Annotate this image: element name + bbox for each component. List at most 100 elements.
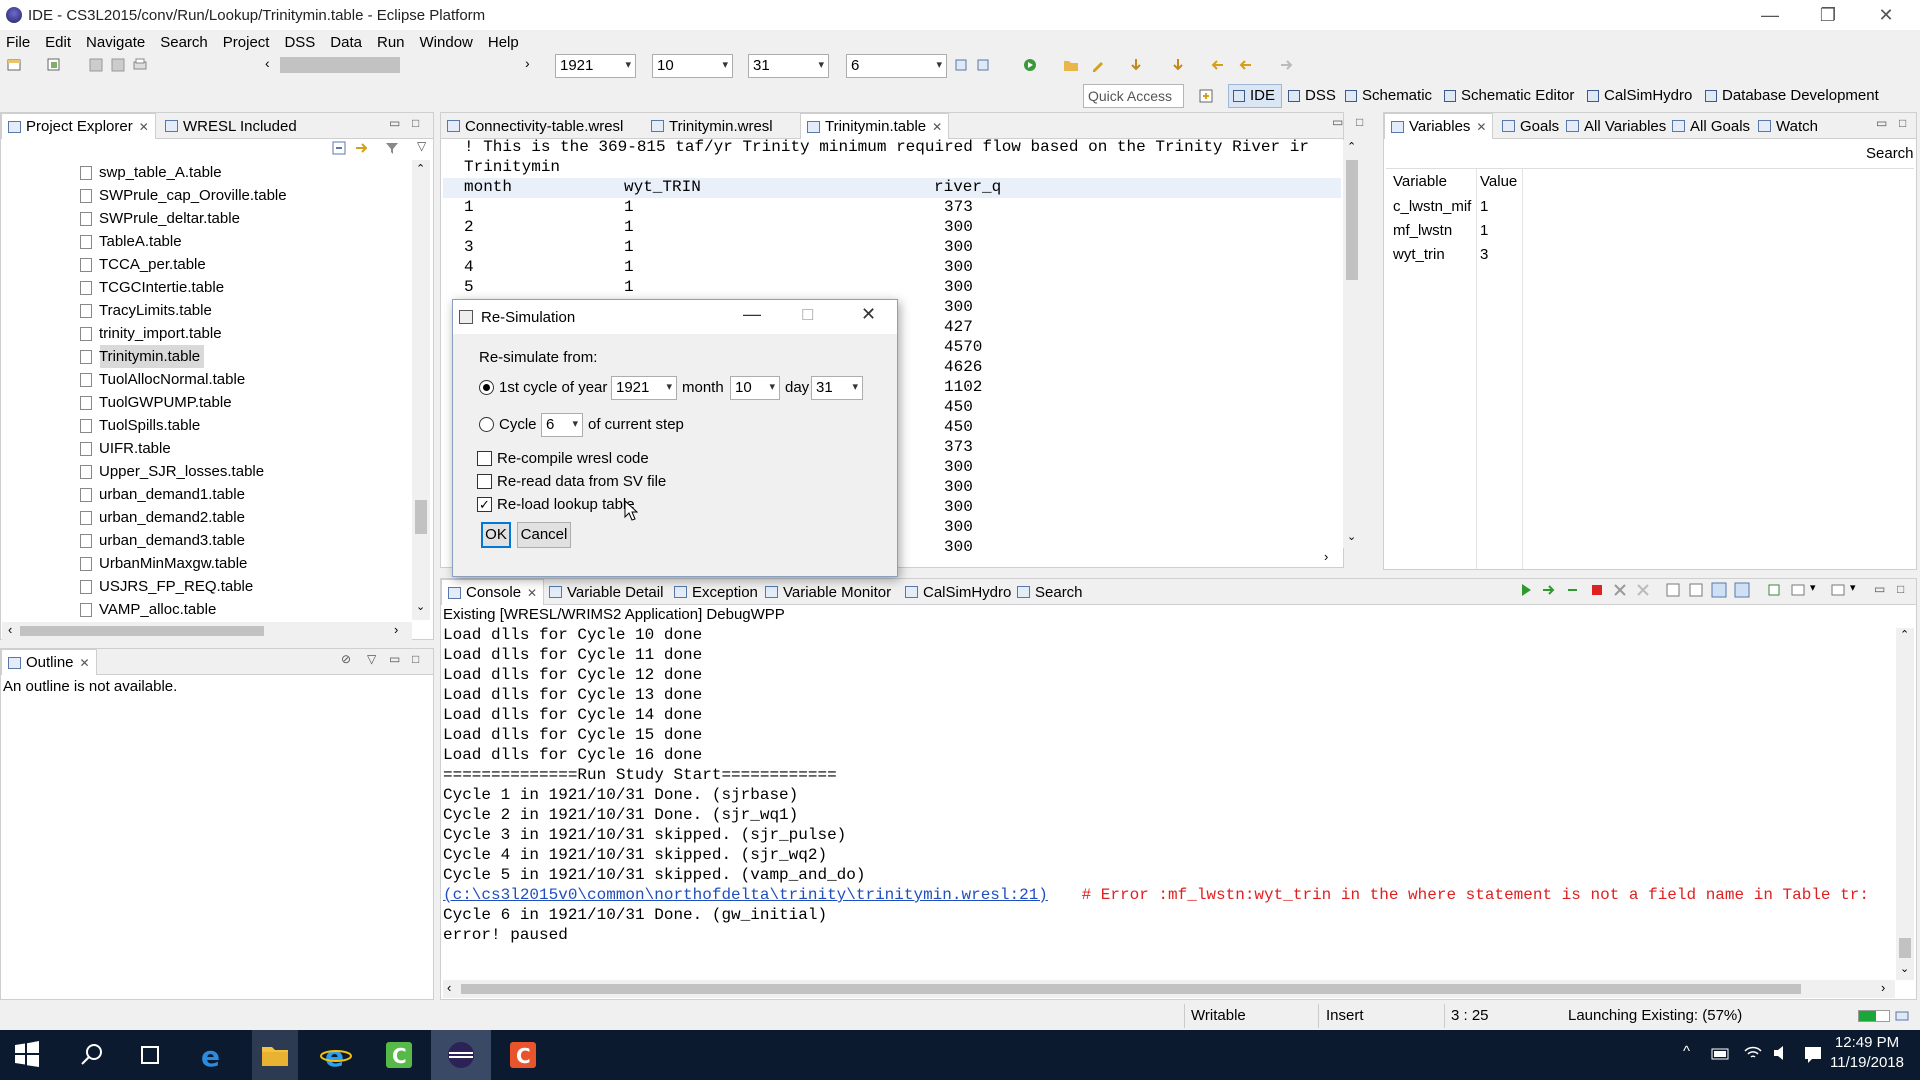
dialog-month-combo[interactable]: 10 ▾ xyxy=(730,376,780,400)
day-combo[interactable]: 31 ▾ xyxy=(748,54,829,78)
editor-header-wyt[interactable]: wyt_TRIN xyxy=(624,178,701,196)
maximize-view-icon[interactable]: □ xyxy=(1899,116,1906,130)
editor-cell[interactable]: 1 xyxy=(624,278,634,296)
tree-item[interactable]: SWPrule_cap_Oroville.table xyxy=(80,184,287,207)
editor-cell[interactable]: 3 xyxy=(464,238,474,256)
tree-item[interactable]: VAMP_alloc.table xyxy=(80,598,216,621)
chevron-down-icon[interactable]: ▾ xyxy=(1810,581,1816,594)
maximize-view-icon[interactable]: □ xyxy=(412,652,419,666)
new-icon[interactable] xyxy=(6,57,22,73)
last-edit-icon[interactable] xyxy=(1210,57,1226,73)
scroll-down-icon[interactable]: ⌄ xyxy=(416,600,425,613)
variables-col-variable[interactable]: Variable xyxy=(1393,173,1447,190)
editor-cell[interactable]: 300 xyxy=(944,238,973,256)
tree-item[interactable]: trinity_import.table xyxy=(80,322,222,345)
editor-cell[interactable]: 300 xyxy=(944,298,973,316)
tab-calsimhydro[interactable]: CalSimHydro xyxy=(899,579,1017,605)
variable-name-cell[interactable]: wyt_trin xyxy=(1393,246,1445,263)
tree-item[interactable]: Upper_SJR_losses.table xyxy=(80,460,264,483)
tree-item[interactable]: Trinitymin.table xyxy=(80,345,205,368)
tab-connectivity-table[interactable]: Connectivity-table.wresl xyxy=(441,113,629,139)
camtasia-recorder-icon[interactable]: C xyxy=(507,1039,539,1071)
step-forward-icon[interactable] xyxy=(1541,582,1557,598)
dialog-day-combo[interactable]: 31 ▾ xyxy=(811,376,863,400)
maximize-view-icon[interactable]: □ xyxy=(412,116,419,130)
close-icon[interactable]: ✕ xyxy=(139,120,149,134)
close-icon[interactable]: ✕ xyxy=(527,586,537,600)
tab-search[interactable]: Search xyxy=(1011,579,1089,605)
console-hscrollbar[interactable]: ‹ › xyxy=(443,980,1895,998)
remove-launch-icon[interactable] xyxy=(1612,582,1628,598)
chevron-down-icon[interactable]: ▾ xyxy=(1850,581,1856,594)
print-icon[interactable] xyxy=(132,57,148,73)
editor-cell[interactable]: 427 xyxy=(944,318,973,336)
menu-navigate[interactable]: Navigate xyxy=(86,34,145,51)
tab-variable-detail[interactable]: Variable Detail xyxy=(543,579,669,605)
menu-edit[interactable]: Edit xyxy=(45,34,71,51)
forward-icon[interactable] xyxy=(1278,57,1294,73)
editor-cell[interactable]: 1102 xyxy=(944,378,982,396)
dialog-minimize-button[interactable]: — xyxy=(743,304,761,325)
editor-cell[interactable]: 4 xyxy=(464,258,474,276)
view-menu-icon[interactable]: ▽ xyxy=(417,139,426,153)
open-console-icon[interactable] xyxy=(1830,582,1846,598)
taskbar-clock-time[interactable]: 12:49 PM xyxy=(1832,1034,1902,1051)
cancel-button[interactable]: Cancel xyxy=(517,522,571,548)
tree-item[interactable]: TuolSpills.table xyxy=(80,414,200,437)
editor-cell[interactable]: 1 xyxy=(624,198,634,216)
tab-wresl-included[interactable]: WRESL Included xyxy=(159,113,303,139)
variable-value-cell[interactable]: 1 xyxy=(1480,198,1488,215)
hscroll-thumb[interactable] xyxy=(461,984,1801,994)
menu-search[interactable]: Search xyxy=(160,34,208,51)
tree-item[interactable]: urban_demand1.table xyxy=(80,483,245,506)
eclipse-task-icon[interactable] xyxy=(445,1039,477,1071)
perspective-ide[interactable]: IDE xyxy=(1233,87,1275,104)
editor-header-riverq[interactable]: river_q xyxy=(934,178,1001,196)
menu-project[interactable]: Project xyxy=(223,34,270,51)
tree-item[interactable]: TracyLimits.table xyxy=(80,299,212,322)
year-combo[interactable]: 1921 ▾ xyxy=(555,54,636,78)
dialog-cycle-combo[interactable]: 6 ▾ xyxy=(541,413,583,437)
internet-explorer-icon[interactable]: e xyxy=(320,1039,352,1071)
editor-cell[interactable]: 300 xyxy=(944,278,973,296)
minimize-view-icon[interactable]: ▭ xyxy=(1874,582,1885,596)
new-project-icon[interactable] xyxy=(46,57,62,73)
scroll-left-icon[interactable]: ‹ xyxy=(8,622,12,637)
open-folder-icon[interactable] xyxy=(1063,57,1079,73)
reread-checkbox[interactable] xyxy=(477,474,492,489)
volume-icon[interactable] xyxy=(1772,1044,1792,1062)
battery-icon[interactable] xyxy=(1711,1046,1731,1062)
taskbar-clock-date[interactable]: 11/19/2018 xyxy=(1830,1054,1904,1071)
progress-view-icon[interactable] xyxy=(1894,1008,1910,1024)
variables-col-value[interactable]: Value xyxy=(1480,173,1517,190)
vscroll-thumb[interactable] xyxy=(1899,938,1911,958)
collapse-all-icon[interactable] xyxy=(332,141,346,155)
project-explorer-vscrollbar[interactable]: ⌃ ⌄ xyxy=(412,160,430,620)
month-combo[interactable]: 10 ▾ xyxy=(652,54,733,78)
menu-file[interactable]: File xyxy=(6,34,30,51)
tree-item[interactable]: TCCA_per.table xyxy=(80,253,206,276)
scroll-up-icon[interactable]: ⌃ xyxy=(1900,628,1909,641)
minimize-editor-icon[interactable]: ▭ xyxy=(1332,115,1343,129)
resume-icon[interactable] xyxy=(1518,582,1534,598)
tab-project-explorer[interactable]: Project Explorer ✕ xyxy=(1,113,156,139)
quick-access-input[interactable]: Quick Access xyxy=(1083,84,1184,108)
wifi-icon[interactable] xyxy=(1743,1044,1763,1062)
tree-item[interactable]: UIFR.table xyxy=(80,437,171,460)
step-icon[interactable] xyxy=(953,57,969,73)
scroll-right-icon[interactable]: › xyxy=(1881,980,1885,995)
view-menu-icon[interactable]: ▽ xyxy=(367,652,376,666)
tree-item[interactable]: TuolGWPUMP.table xyxy=(80,391,232,414)
tab-all-variables[interactable]: All Variables xyxy=(1560,113,1672,139)
tab-watch[interactable]: Watch xyxy=(1752,113,1824,139)
scroll-up-icon[interactable]: ⌃ xyxy=(1347,140,1356,153)
maximize-editor-icon[interactable]: □ xyxy=(1356,115,1363,129)
menu-window[interactable]: Window xyxy=(420,34,473,51)
tab-all-goals[interactable]: All Goals xyxy=(1666,113,1756,139)
editor-cell[interactable]: 1 xyxy=(624,258,634,276)
editor-cell[interactable]: 4626 xyxy=(944,358,982,376)
word-wrap-icon[interactable] xyxy=(1688,582,1704,598)
menu-dss[interactable]: DSS xyxy=(284,34,315,51)
remove-all-icon[interactable] xyxy=(1635,582,1651,598)
dialog-year-combo[interactable]: 1921 ▾ xyxy=(611,376,677,400)
